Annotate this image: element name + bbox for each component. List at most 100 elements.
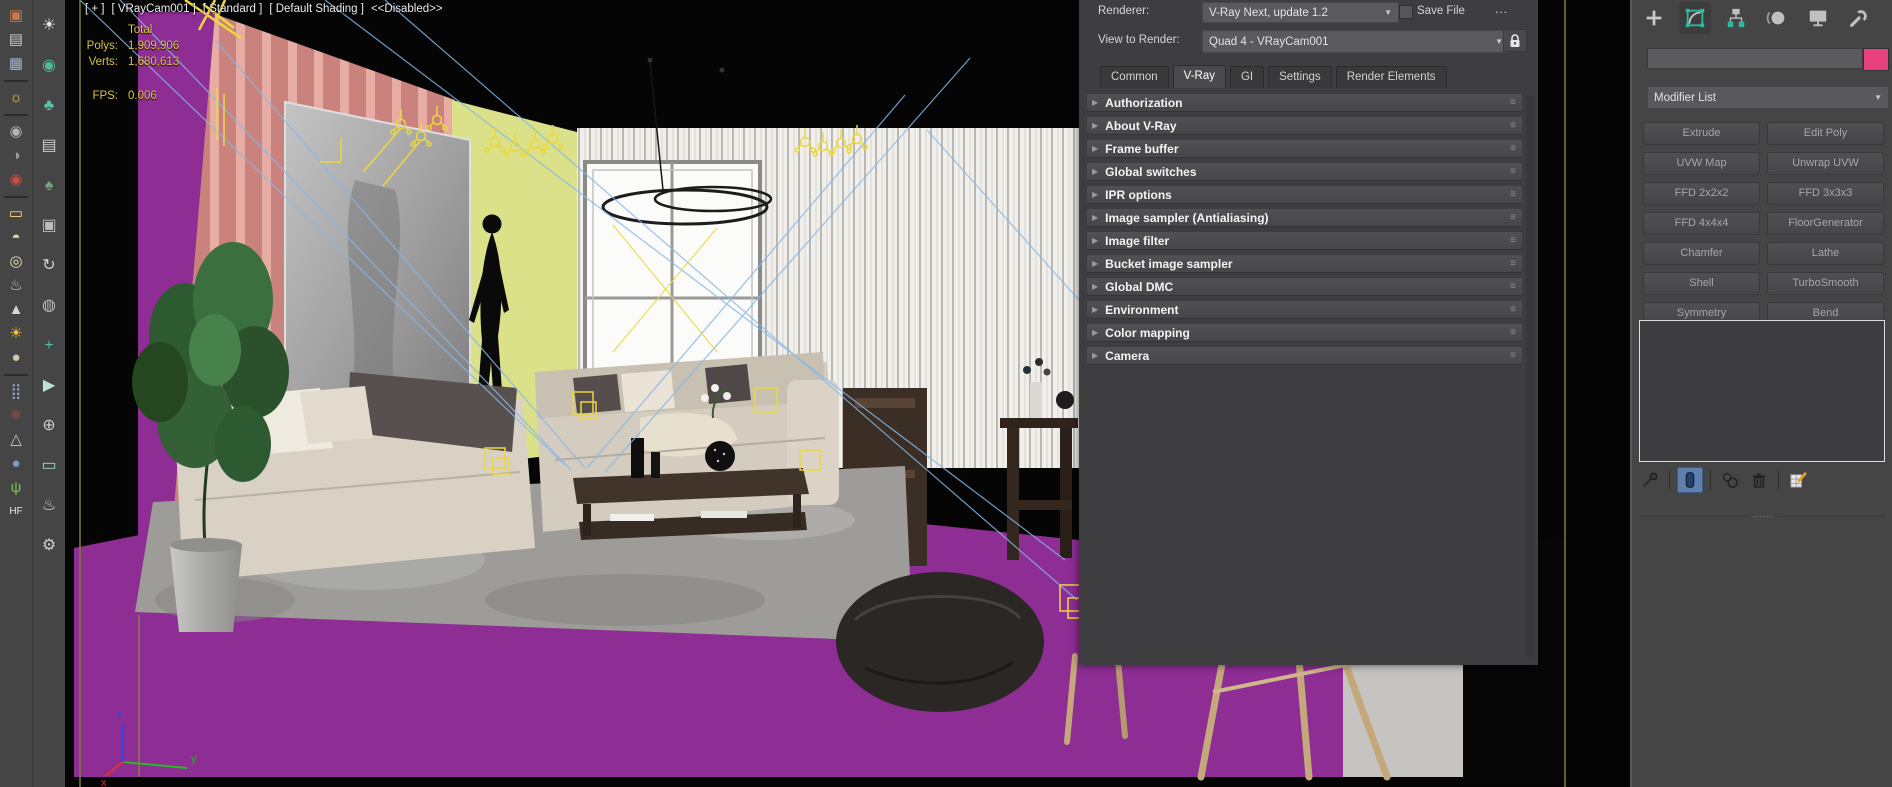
hair-farm-icon[interactable]: HF (3, 500, 29, 524)
chaos-ring-icon[interactable]: ↻ (36, 246, 62, 286)
rect-light-icon[interactable]: ▭ (3, 202, 29, 226)
sun-icon[interactable]: ☀ (3, 322, 29, 346)
modifier-button-ffd-4x4x4[interactable]: FFD 4x4x4 (1643, 212, 1760, 235)
sphere-light-icon[interactable]: ◎ (3, 250, 29, 274)
tab-vray[interactable]: V-Ray (1173, 65, 1226, 88)
rollout-environment[interactable]: ▶Environment≡ (1087, 301, 1522, 319)
rollout-menu-icon[interactable]: ≡ (1510, 189, 1515, 200)
wire-teapot-icon[interactable]: ♨ (3, 274, 29, 298)
move-gizmo-icon[interactable]: + (36, 326, 62, 366)
rollout-bucket-image-sampler[interactable]: ▶Bucket image sampler≡ (1087, 255, 1522, 273)
rollout-global-switches[interactable]: ▶Global switches≡ (1087, 163, 1522, 181)
view-to-render-dropdown[interactable]: Quad 4 - VRayCam001▼ (1202, 30, 1510, 53)
red-camera-icon[interactable]: ◉ (3, 168, 29, 192)
monitor-icon[interactable]: ▭ (36, 446, 62, 486)
molecule-icon[interactable]: ⚛ (3, 404, 29, 428)
tree-frame-icon[interactable]: ▣ (36, 206, 62, 246)
rollout-menu-icon[interactable]: ≡ (1510, 350, 1515, 361)
show-end-result-button[interactable] (1677, 467, 1703, 493)
tab-create[interactable] (1638, 2, 1670, 34)
rollout-menu-icon[interactable]: ≡ (1510, 304, 1515, 315)
cone-icon[interactable]: ▲ (3, 298, 29, 322)
modifier-button-turbosmooth[interactable]: TurboSmooth (1767, 272, 1884, 295)
camera-speaker-icon[interactable]: ◉ (3, 120, 29, 144)
modifier-button-edit-poly[interactable]: Edit Poly (1767, 122, 1884, 145)
rollout-global-dmc[interactable]: ▶Global DMC≡ (1087, 278, 1522, 296)
camera-plus-icon[interactable]: ⊕ (36, 406, 62, 446)
rollout-ipr-options[interactable]: ▶IPR options≡ (1087, 186, 1522, 204)
modifier-button-shell[interactable]: Shell (1643, 272, 1760, 295)
lock-view-button[interactable] (1503, 29, 1527, 52)
omni-light-icon[interactable]: ☀ (36, 6, 62, 46)
modifier-button-chamfer[interactable]: Chamfer (1643, 242, 1760, 265)
viewport-menu-general[interactable]: [ + ] (85, 3, 105, 15)
renderer-dropdown[interactable]: V-Ray Next, update 1.2▼ (1202, 2, 1399, 23)
render-setup-dialog-icon[interactable]: ▤ (3, 28, 29, 52)
dome-light-icon[interactable]: ◓ (3, 226, 29, 250)
dots-grid-icon[interactable]: ⣿ (3, 380, 29, 404)
rollout-frame-buffer[interactable]: ▶Frame buffer≡ (1087, 140, 1522, 158)
object-name-field[interactable] (1647, 48, 1863, 69)
more-options-button[interactable]: ... (1489, 1, 1514, 17)
teapot-outline-icon[interactable]: ♨ (36, 486, 62, 526)
modifier-button-unwrap-uvw[interactable]: Unwrap UVW (1767, 152, 1884, 175)
tab-common[interactable]: Common (1100, 66, 1169, 88)
tab-modify[interactable] (1679, 2, 1711, 34)
rollout-image-filter[interactable]: ▶Image filter≡ (1087, 232, 1522, 250)
modifier-button-floorgenerator[interactable]: FloorGenerator (1767, 212, 1884, 235)
light-lister-icon[interactable]: ☼ (3, 86, 29, 110)
rollout-image-sampler[interactable]: ▶Image sampler (Antialiasing)≡ (1087, 209, 1522, 227)
modifier-button-ffd-2x2x2[interactable]: FFD 2x2x2 (1643, 182, 1760, 205)
viewport-menu-pov[interactable]: [ VRayCam001 ] (112, 3, 196, 15)
tab-display[interactable] (1802, 2, 1834, 34)
dialog-scrollbar[interactable] (1526, 96, 1535, 657)
tab-motion[interactable] (1761, 2, 1793, 34)
remove-modifier-button[interactable] (1747, 468, 1771, 492)
rollout-menu-icon[interactable]: ≡ (1510, 120, 1515, 131)
modifier-button-ffd-3x3x3[interactable]: FFD 3x3x3 (1767, 182, 1884, 205)
rollout-color-mapping[interactable]: ▶Color mapping≡ (1087, 324, 1522, 342)
modifier-button-uvw-map[interactable]: UVW Map (1643, 152, 1760, 175)
rollout-authorization[interactable]: ▶Authorization≡ (1087, 94, 1522, 112)
tab-settings[interactable]: Settings (1268, 66, 1332, 88)
configure-modifier-sets-button[interactable] (1786, 468, 1810, 492)
pine-scatter-icon[interactable]: ♠ (36, 166, 62, 206)
green-camera-icon[interactable]: ◉ (36, 46, 62, 86)
viewport-menu-shading[interactable]: [ Default Shading ] (269, 3, 364, 15)
object-color-swatch[interactable] (1863, 48, 1889, 71)
video-monitor-icon[interactable]: ▶ (36, 366, 62, 406)
rollout-camera[interactable]: ▶Camera≡ (1087, 347, 1522, 365)
rollout-menu-icon[interactable]: ≡ (1510, 143, 1515, 154)
panel-divider[interactable]: ······ (1640, 516, 1886, 517)
divider-grip[interactable]: ······ (1749, 512, 1777, 521)
viewport-menu-shading-quality[interactable]: [ Standard ] (203, 3, 262, 15)
grass-icon[interactable]: ψ (3, 476, 29, 500)
rollout-menu-icon[interactable]: ≡ (1510, 166, 1515, 177)
modifier-button-extrude[interactable]: Extrude (1643, 122, 1760, 145)
render-frame-dialog-icon[interactable]: ▦ (3, 52, 29, 76)
tab-gi[interactable]: GI (1230, 66, 1264, 88)
sphere-icon[interactable]: ● (3, 346, 29, 370)
bulb-gear-icon[interactable]: ⚙ (36, 526, 62, 566)
rollout-menu-icon[interactable]: ≡ (1510, 97, 1515, 108)
pyramid-wire-icon[interactable]: △ (3, 428, 29, 452)
rollout-menu-icon[interactable]: ≡ (1510, 235, 1515, 246)
modifier-button-lathe[interactable]: Lathe (1767, 242, 1884, 265)
rollout-about-vray[interactable]: ▶About V-Ray≡ (1087, 117, 1522, 135)
save-file-label[interactable]: Save File (1417, 5, 1465, 17)
rollout-menu-icon[interactable]: ≡ (1510, 212, 1515, 223)
layer-spheres-icon[interactable]: ◍ (36, 286, 62, 326)
tab-render-elements[interactable]: Render Elements (1336, 66, 1447, 88)
rollout-menu-icon[interactable]: ≡ (1510, 281, 1515, 292)
mask-head-icon[interactable]: ◑ (3, 144, 29, 168)
save-file-checkbox[interactable] (1399, 5, 1413, 19)
tab-utilities[interactable] (1843, 2, 1875, 34)
paper-ball-icon[interactable]: ● (3, 452, 29, 476)
lister-sheet-icon[interactable]: ▤ (36, 126, 62, 166)
tab-hierarchy[interactable] (1720, 2, 1752, 34)
rollout-menu-icon[interactable]: ≡ (1510, 327, 1515, 338)
render-scene-icon[interactable]: ▣ (3, 4, 29, 28)
pin-stack-button[interactable] (1638, 468, 1662, 492)
rollout-menu-icon[interactable]: ≡ (1510, 258, 1515, 269)
modifier-stack-list[interactable] (1639, 320, 1885, 462)
